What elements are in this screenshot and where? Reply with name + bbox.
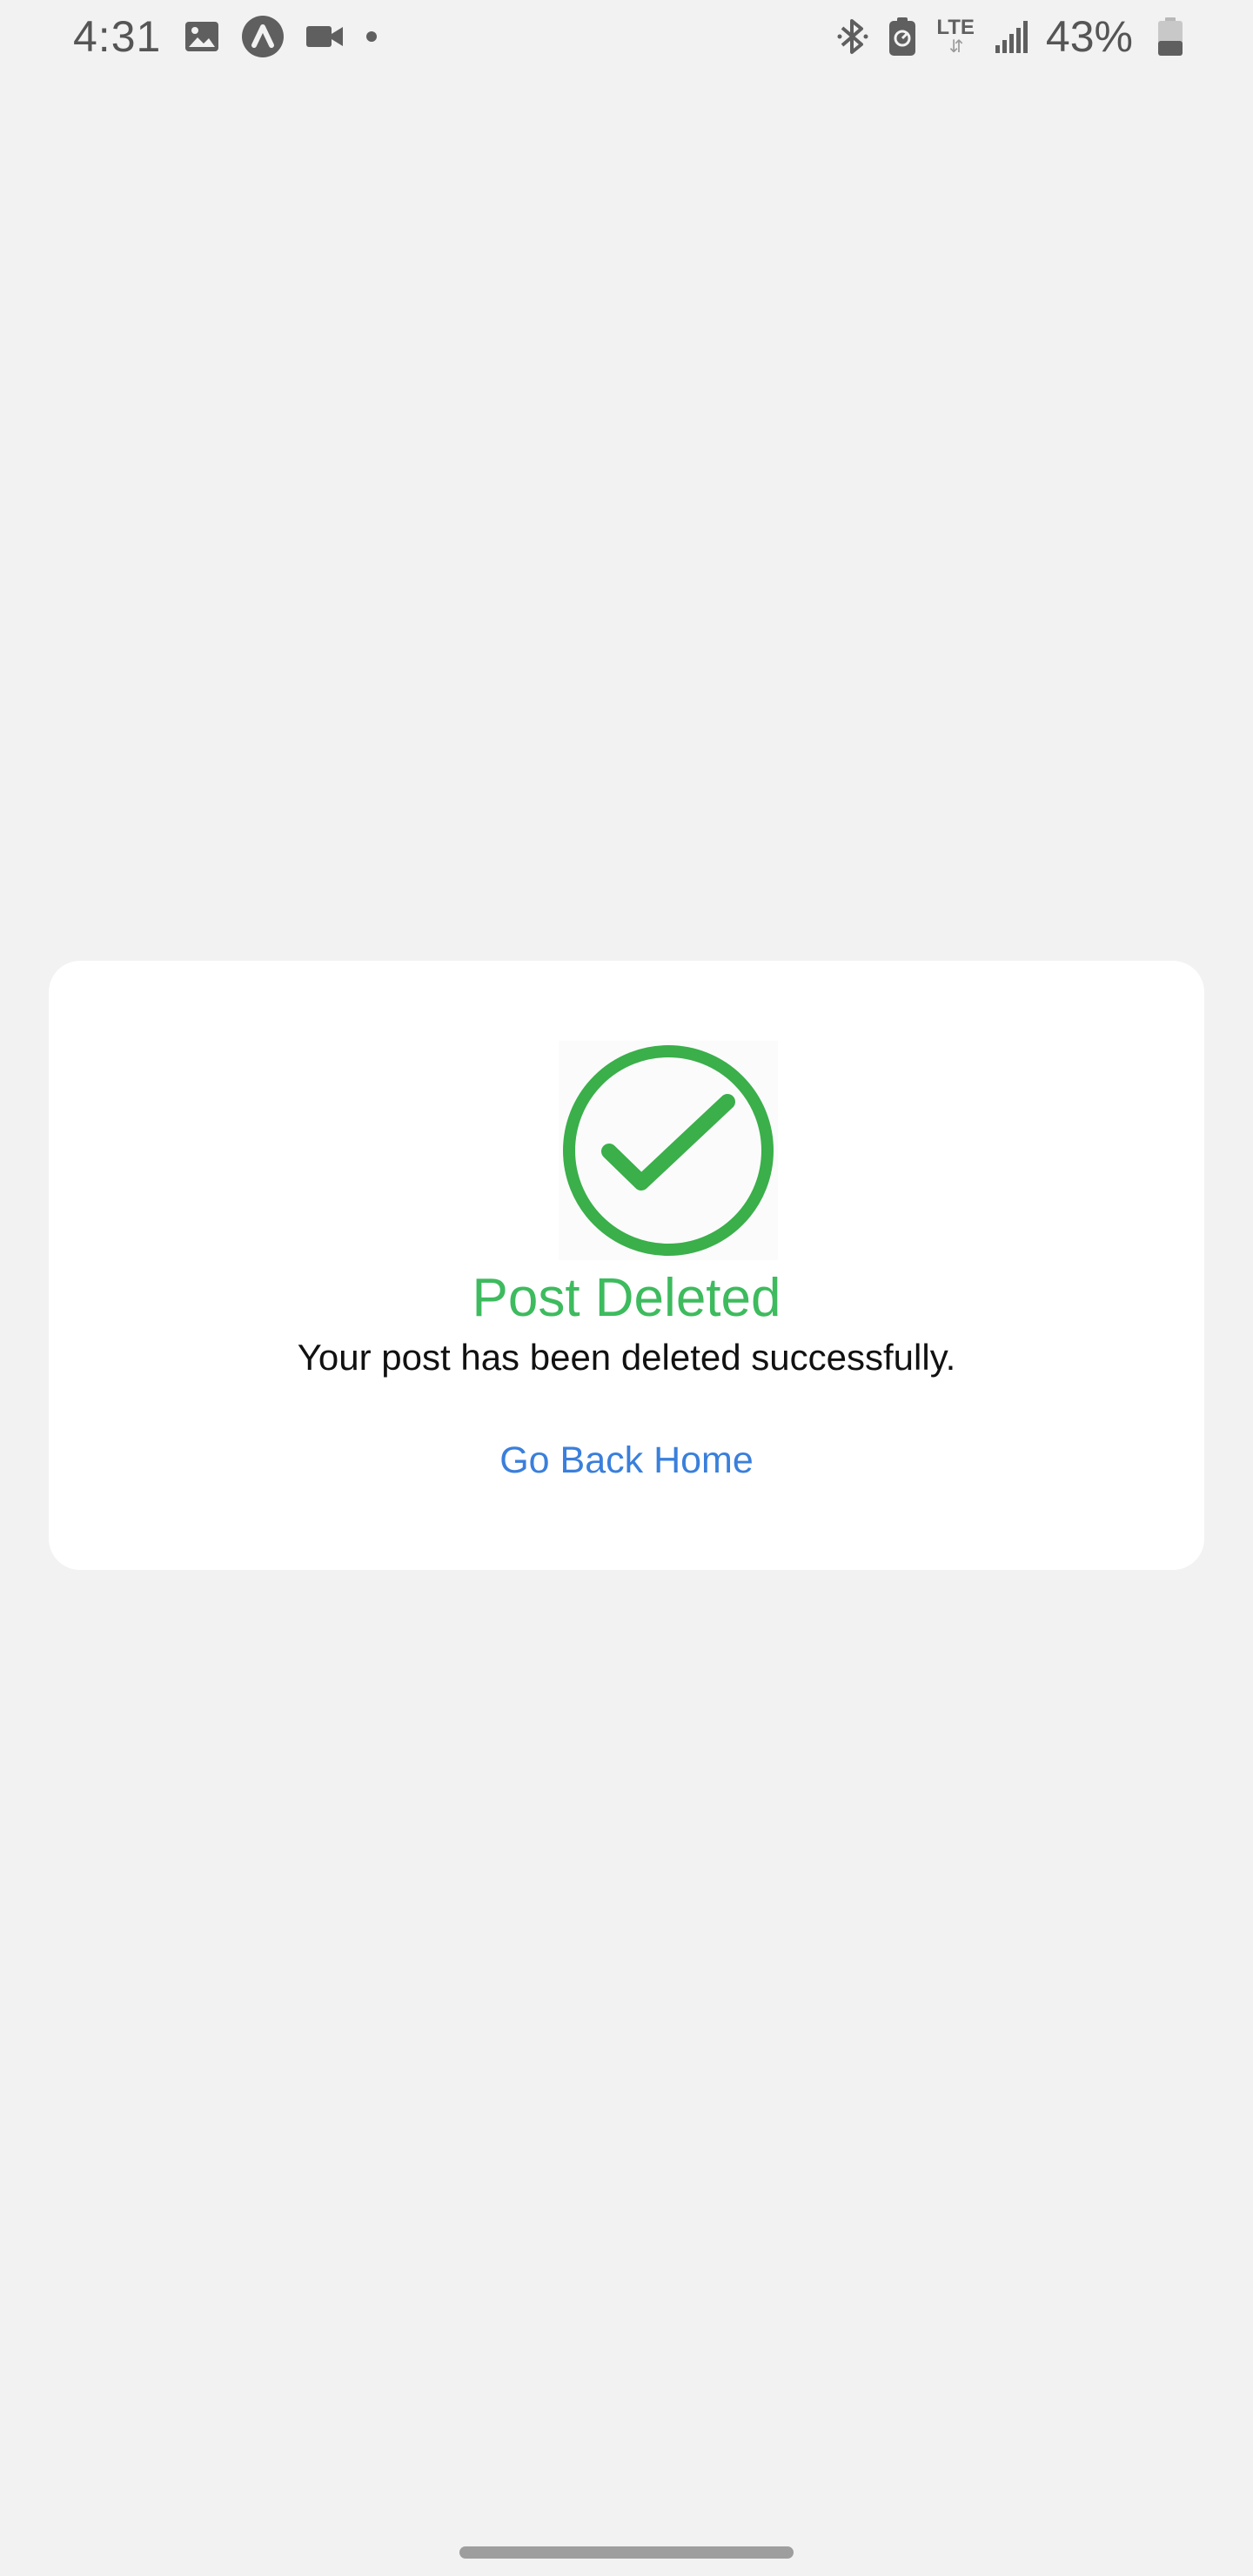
dialog-title: Post Deleted xyxy=(472,1268,781,1328)
status-bar-left: 4:31 xyxy=(73,11,399,62)
network-type: LTE xyxy=(936,16,975,39)
dialog-message: Your post has been deleted successfully. xyxy=(297,1337,956,1378)
screen: 4:31 LTE ⇵ 43% Post Deleted Your post ha… xyxy=(0,0,1253,2576)
status-bar: 4:31 LTE ⇵ 43% xyxy=(0,0,1253,73)
home-gesture-bar[interactable] xyxy=(459,2546,794,2559)
video-camera-icon xyxy=(305,23,344,50)
go-back-home-button[interactable]: Go Back Home xyxy=(499,1439,754,1482)
battery-saver-icon xyxy=(888,17,917,57)
clock: 4:31 xyxy=(73,12,162,61)
gallery-icon xyxy=(184,20,220,53)
dot-icon xyxy=(365,30,379,44)
battery-icon xyxy=(1157,17,1183,57)
status-bar-right: LTE ⇵ 43% xyxy=(818,11,1183,62)
signal-icon xyxy=(994,19,1029,54)
battery-percentage: 43% xyxy=(1045,12,1133,61)
app-notification-icon xyxy=(241,15,285,58)
data-arrows-icon: ⇵ xyxy=(948,37,964,57)
check-circle-icon xyxy=(559,1041,778,1260)
lte-icon: LTE ⇵ xyxy=(936,16,975,57)
success-card: Post Deleted Your post has been deleted … xyxy=(49,961,1204,1570)
bluetooth-icon xyxy=(837,17,868,57)
